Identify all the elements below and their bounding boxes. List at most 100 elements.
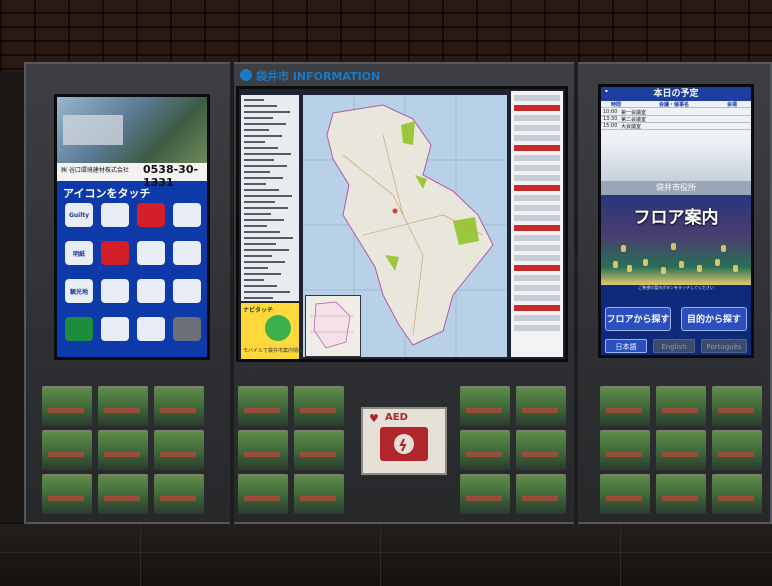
brochure-stripe (606, 452, 642, 457)
brochure[interactable] (460, 474, 510, 514)
facility-icon-list[interactable] (511, 91, 563, 357)
brochure[interactable] (42, 474, 92, 514)
lang-english-button[interactable]: English (653, 339, 695, 353)
app-icon[interactable]: 明紙 (65, 241, 93, 265)
brochure[interactable] (294, 386, 344, 426)
brochure-stripe (662, 408, 698, 413)
brochure[interactable] (294, 430, 344, 470)
aed-device[interactable] (380, 427, 428, 461)
brochure[interactable] (98, 386, 148, 426)
brochure[interactable] (154, 474, 204, 514)
app-icon[interactable] (101, 279, 129, 303)
lang-japanese-button[interactable]: 日本語 (605, 339, 647, 353)
brochure[interactable] (600, 386, 650, 426)
app-icon[interactable] (101, 203, 129, 227)
list-item (244, 207, 288, 209)
list-item (514, 205, 560, 211)
brochure[interactable] (516, 386, 566, 426)
list-item (514, 155, 560, 161)
lantern-icon (627, 265, 632, 272)
lantern-icon (643, 259, 648, 266)
brochure[interactable] (656, 474, 706, 514)
brochure[interactable] (154, 386, 204, 426)
row-time: 13:30 (603, 116, 618, 122)
brochure[interactable] (238, 474, 288, 514)
list-item (244, 153, 291, 155)
brochure[interactable] (238, 430, 288, 470)
building-photo (63, 115, 123, 145)
app-icon[interactable] (173, 203, 201, 227)
app-icon[interactable]: Guilty (65, 203, 93, 227)
navi-touch-title: ナビタッチ (243, 307, 274, 314)
brochure[interactable] (712, 474, 762, 514)
navi-touch-caption: モバイルで袋井市案内情報 (243, 348, 304, 354)
list-item (244, 261, 285, 263)
brochure[interactable] (98, 474, 148, 514)
brochure[interactable] (516, 430, 566, 470)
center-map-screen[interactable]: ナビタッチ モバイルで袋井市案内情報 (236, 86, 568, 362)
app-icon[interactable] (101, 241, 129, 265)
brochure-stripe (104, 496, 140, 501)
left-wall-edge (0, 72, 24, 522)
brochure[interactable] (460, 386, 510, 426)
touch-title: アイコンをタッチ (63, 187, 151, 200)
lantern-icon (679, 261, 684, 268)
cabinet-divider (230, 62, 234, 524)
brochure[interactable] (712, 430, 762, 470)
search-by-floor-button[interactable]: フロアから探す (605, 307, 671, 331)
list-item (514, 165, 560, 171)
app-icon[interactable]: 観光地 (65, 279, 93, 303)
search-by-purpose-button[interactable]: 目的から探す (681, 307, 747, 331)
date-icon: ▪ (605, 88, 608, 93)
brochure[interactable] (42, 430, 92, 470)
brochure[interactable] (238, 386, 288, 426)
brochure[interactable] (600, 430, 650, 470)
list-item (514, 275, 560, 281)
cabinet-divider (574, 62, 578, 524)
list-item (244, 213, 271, 215)
table-header: 会場 (727, 102, 738, 108)
app-icon[interactable] (173, 241, 201, 265)
list-item (244, 183, 266, 185)
app-icon[interactable] (65, 317, 93, 341)
right-floor-guide-screen[interactable]: 本日の予定 ▪ 時間 会議・催事名 会場 10:00 第一会議室 13:30 第… (598, 84, 754, 358)
app-icon[interactable] (173, 279, 201, 303)
list-item (244, 111, 290, 113)
lang-portuguese-button[interactable]: Português (701, 339, 747, 353)
lantern-icon (621, 245, 626, 252)
list-item (244, 249, 289, 251)
row-time: 10:00 (603, 109, 618, 115)
list-item (514, 125, 560, 131)
app-icon[interactable] (137, 317, 165, 341)
brochure[interactable] (42, 386, 92, 426)
list-item (514, 185, 560, 191)
brochure[interactable] (460, 430, 510, 470)
table-row: 15:00 大会議室 (601, 123, 751, 130)
brochure[interactable] (600, 474, 650, 514)
brochure[interactable] (516, 474, 566, 514)
brochure[interactable] (712, 386, 762, 426)
list-item (244, 99, 264, 101)
inset-map[interactable] (305, 295, 361, 357)
app-icon[interactable] (137, 203, 165, 227)
list-item (244, 129, 269, 131)
left-touch-screen[interactable]: ㈱ 谷口環境建材株式会社 0538-30-1331 アイコンをタッチ Guilt… (54, 94, 210, 360)
brochure[interactable] (656, 386, 706, 426)
brochure[interactable] (154, 430, 204, 470)
list-item (244, 273, 281, 275)
brochure[interactable] (294, 474, 344, 514)
brochure[interactable] (656, 430, 706, 470)
facility-list[interactable] (241, 95, 299, 301)
list-item (244, 201, 275, 203)
brochure-stripe (466, 496, 502, 501)
app-icon[interactable] (173, 317, 201, 341)
app-icon[interactable] (137, 241, 165, 265)
list-item (244, 243, 276, 245)
brochure-stripe (160, 452, 196, 457)
brochure-stripe (104, 452, 140, 457)
brochure-stripe (244, 496, 280, 501)
app-icon[interactable] (137, 279, 165, 303)
aed-label: AED (385, 412, 408, 423)
app-icon[interactable] (101, 317, 129, 341)
brochure[interactable] (98, 430, 148, 470)
